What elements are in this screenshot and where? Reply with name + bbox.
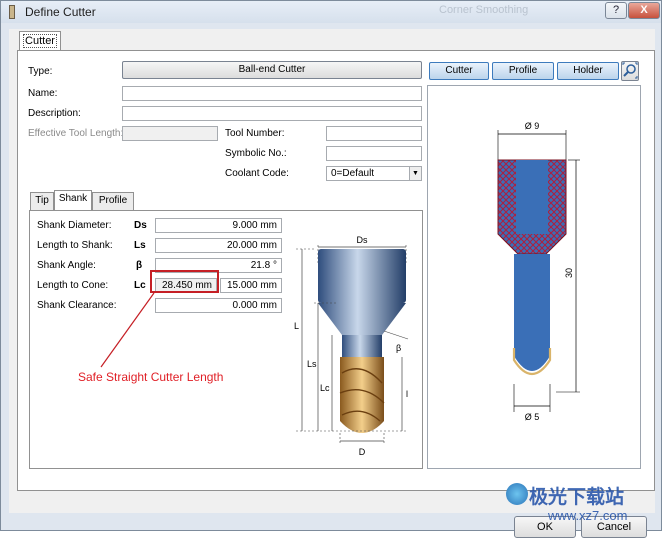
cutter-preview-panel: Ø 9 30 Ø 5	[427, 85, 641, 469]
safe-straight-length-annotation: Safe Straight Cutter Length	[78, 370, 224, 384]
app-icon	[9, 5, 15, 19]
watermark-logo	[506, 483, 528, 505]
window-title: Define Cutter	[25, 5, 96, 19]
close-button[interactable]: X	[628, 2, 660, 19]
watermark-url: www.xz7.com	[548, 508, 628, 523]
title-bar: Define Cutter Corner Smoothing ? X	[1, 1, 661, 23]
help-button[interactable]: ?	[605, 2, 627, 19]
cutter-profile-view: Ø 9 30 Ø 5	[497, 121, 580, 422]
dialog-client-area: Cutter Type: Ball-end Cutter Name: Descr…	[9, 29, 655, 538]
profile-top-diameter-label: Ø 9	[525, 121, 540, 131]
background-window-title: Corner Smoothing	[439, 4, 529, 16]
profile-length-label: 30	[564, 268, 574, 278]
define-cutter-dialog: Define Cutter Corner Smoothing ? X Cutte…	[0, 0, 662, 538]
profile-tip-diameter-label: Ø 5	[525, 412, 540, 422]
watermark-text: 极光下载站	[529, 487, 625, 508]
